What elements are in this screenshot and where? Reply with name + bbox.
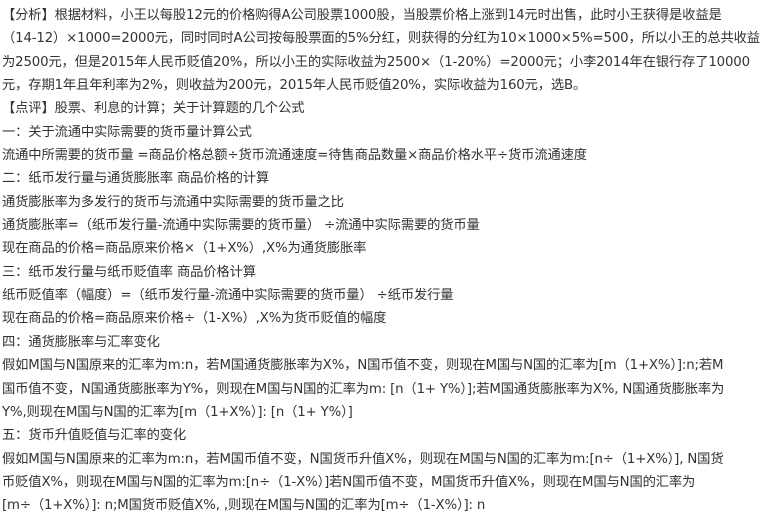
- analysis-line-1: 【分析】根据材料，小王以每股12元的价格购得A公司股票1000股，当股票价格上涨…: [2, 8, 722, 23]
- answer-explanation-document: 【分析】根据材料，小王以每股12元的价格购得A公司股票1000股，当股票价格上涨…: [0, 0, 780, 528]
- section-4-line-1: 假如M国与N国原来的汇率为m:n，若M国通货膨胀率为X%，N国币值不变，则现在M…: [2, 358, 724, 374]
- section-2-heading: 二：纸币发行量与通货膨胀率 商品价格的计算: [2, 171, 270, 187]
- section-4-line-2: 国币值不变，N国通货膨胀率为Y%，则现在M国与N国的汇率为m: [n（1+ Y%…: [2, 381, 725, 397]
- section-1-heading: 一：关于流通中实际需要的货币量计算公式: [2, 124, 252, 140]
- section-5-line-3: [m÷（1+X%）]: n;M国货币贬值X%, ,则现在M国与N国的汇率为[m÷…: [2, 498, 486, 514]
- section-3-formula-2: 现在商品的价格=商品原来价格÷（1-X%）,X%为货币贬值的幅度: [2, 311, 387, 327]
- section-5-heading: 五：货币升值贬值与汇率的变化: [2, 428, 187, 444]
- section-3-heading: 三：纸币发行量与纸币贬值率 商品价格计算: [2, 264, 256, 280]
- section-2-definition: 通货膨胀率为多发行的货币与流通中实际需要的货币量之比: [2, 194, 344, 210]
- section-1-formula: 流通中所需要的货币量 =商品价格总额÷货币流通速度=待售商品数量×商品价格水平÷…: [2, 148, 587, 164]
- section-5-line-1: 假如M国与N国原来的汇率为m:n，若M国币值不变，N国货币升值X%，则现在M国与…: [2, 451, 724, 467]
- section-3-formula-1: 纸币贬值率（幅度）=（纸币发行量-流通中实际需要的货币量） ÷纸币发行量: [2, 288, 454, 304]
- section-5-line-2: 币贬值X%，则现在M国与N国的汇率为m:[n÷（1-X%）]若N国币值不变，M国…: [2, 474, 696, 490]
- analysis-line-3: 为2500元，但是2015年人民币贬值20%，所以小王的实际收益为2500×（1…: [2, 54, 750, 70]
- analysis-line-4: 元，存期1年且年利率为2%，则收益为200元，2015年人民币贬值20%，实际收…: [2, 78, 587, 94]
- section-4-heading: 四：通货膨胀率与汇率变化: [2, 334, 160, 350]
- section-4-line-3: Y%,则现在M国与N国的汇率为[m（1+X%）]: [n（1+ Y%）]: [2, 404, 353, 420]
- section-2-formula-2: 现在商品的价格=商品原来价格×（1+X%）,X%为通货膨胀率: [2, 241, 367, 257]
- comment-heading: 【点评】股票、利息的计算；关于计算题的几个公式: [2, 101, 305, 117]
- section-2-formula-1: 通货膨胀率=（纸币发行量-流通中实际需要的货币量） ÷流通中实际需要的货币量: [2, 218, 480, 234]
- analysis-line-2: （14-12）×1000=2000元，同时同时A公司按每股票面的5%分红，则获得…: [2, 31, 760, 47]
